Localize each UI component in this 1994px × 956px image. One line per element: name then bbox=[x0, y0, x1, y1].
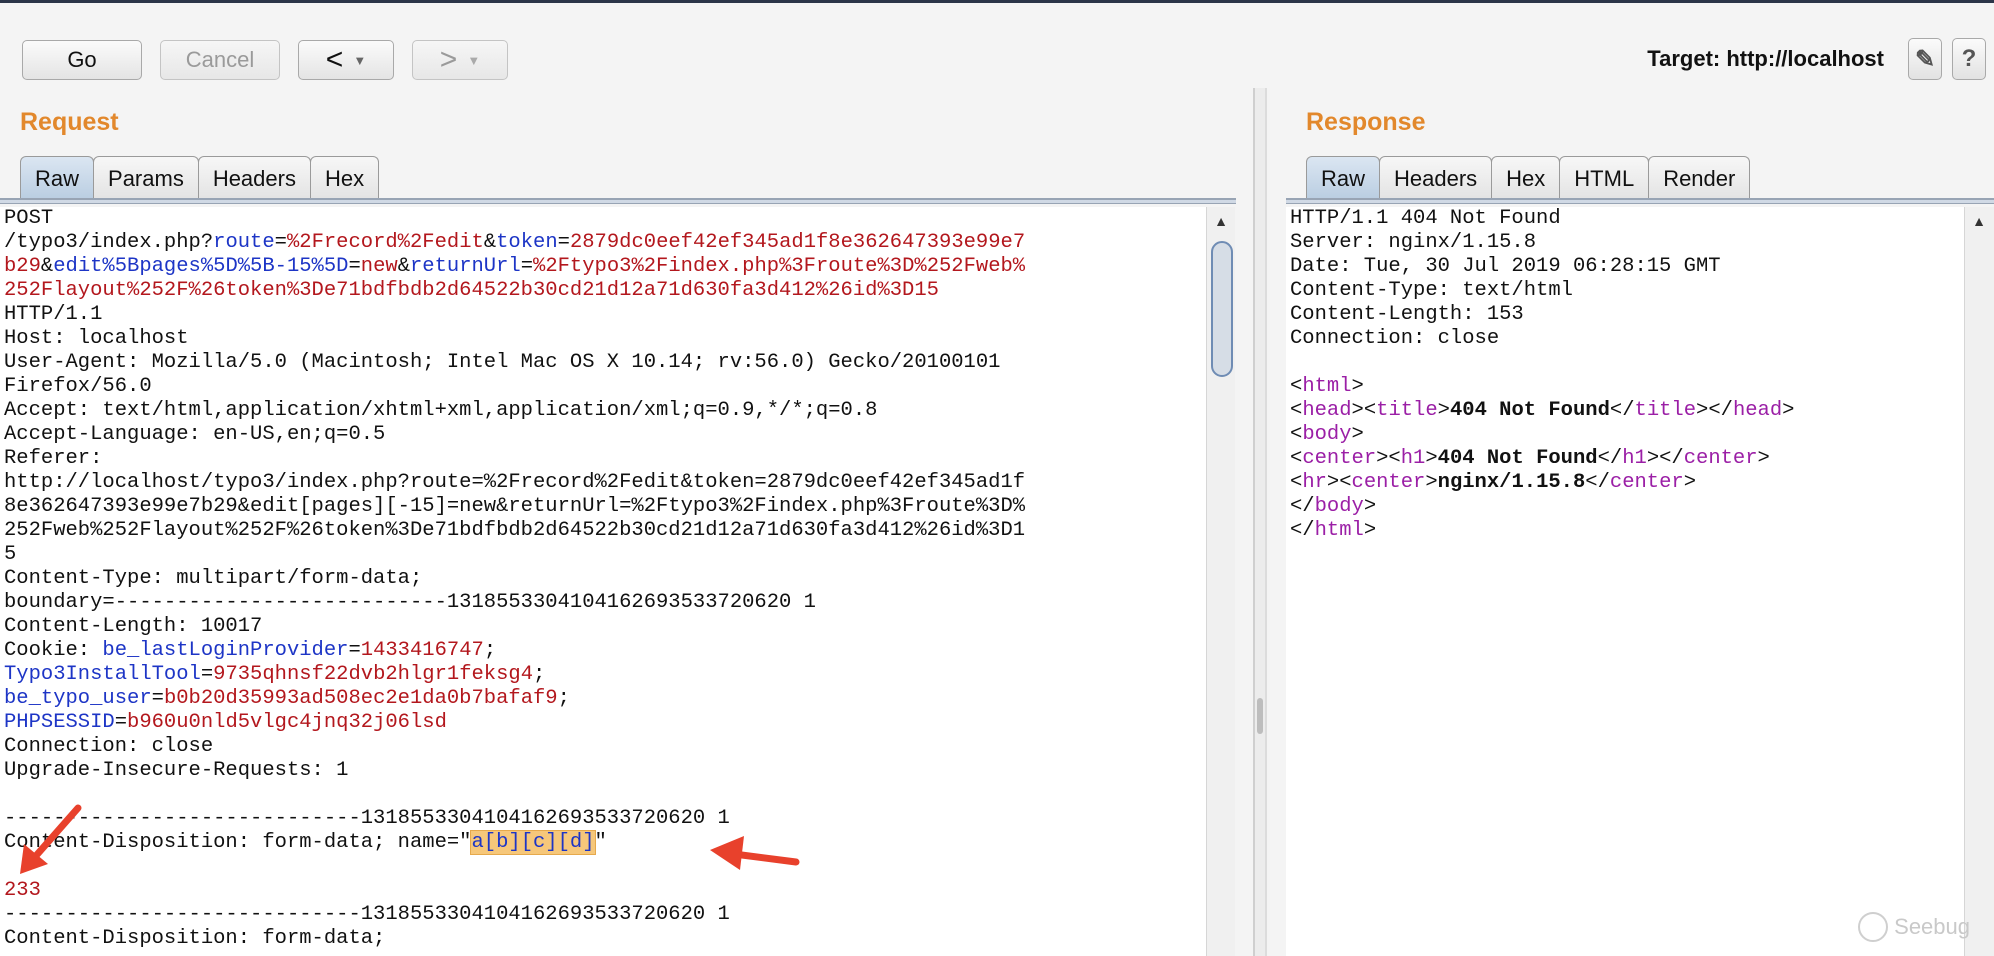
annotation-arrow-icon bbox=[710, 836, 800, 870]
back-dropdown-icon[interactable]: ▼ bbox=[353, 53, 366, 68]
target-label: Target: http://localhost bbox=[1647, 46, 1884, 71]
response-title: Response bbox=[1306, 108, 1426, 136]
request-tabs: Raw Params Headers Hex bbox=[20, 156, 380, 200]
response-editor[interactable]: HTTP/1.1 404 Not Found Server: nginx/1.1… bbox=[1286, 207, 1964, 956]
response-tab-hex[interactable]: Hex bbox=[1491, 156, 1561, 200]
request-line: /typo3/index.php?route=%2Frecord%2Fedit&… bbox=[4, 231, 1026, 326]
response-tab-headers[interactable]: Headers bbox=[1379, 156, 1493, 200]
request-raw-text[interactable]: POST /typo3/index.php?route=%2Frecord%2F… bbox=[0, 207, 1206, 951]
request-headers: Host: localhost User-Agent: Mozilla/5.0 … bbox=[4, 327, 1026, 782]
request-title: Request bbox=[20, 108, 119, 136]
response-tab-html[interactable]: HTML bbox=[1559, 156, 1650, 200]
watermark-text: Seebug bbox=[1894, 914, 1970, 939]
splitter-grip-icon[interactable] bbox=[1257, 698, 1263, 734]
edit-target-button[interactable]: ✎ bbox=[1908, 38, 1942, 80]
multipart-body: -----------------------------13185533041… bbox=[4, 807, 730, 950]
request-tab-params[interactable]: Params bbox=[93, 156, 199, 200]
request-scrollbar-thumb[interactable] bbox=[1211, 241, 1233, 377]
selected-param-name: a[b][c][d] bbox=[470, 830, 596, 855]
go-button[interactable]: Go bbox=[22, 40, 142, 80]
forward-button[interactable]: > ▼ bbox=[412, 40, 508, 80]
forward-arrow-icon: > bbox=[439, 43, 458, 76]
request-tab-underline bbox=[0, 198, 1236, 204]
help-icon: ? bbox=[1961, 45, 1977, 72]
cancel-button[interactable]: Cancel bbox=[160, 40, 280, 80]
annotation-arrow-icon bbox=[20, 804, 82, 874]
request-tab-raw[interactable]: Raw bbox=[20, 156, 95, 200]
seebug-watermark: Seebug bbox=[1858, 912, 1970, 942]
response-scrollbar[interactable]: ▲ bbox=[1964, 207, 1994, 956]
back-button[interactable]: < ▼ bbox=[298, 40, 394, 80]
request-tab-hex[interactable]: Hex bbox=[309, 156, 380, 200]
pencil-icon: ✎ bbox=[1914, 45, 1936, 73]
response-body: <html> <head><title>404 Not Found</title… bbox=[1290, 375, 1795, 542]
request-scrollbar[interactable]: ▲ bbox=[1206, 207, 1235, 956]
response-raw-text[interactable]: HTTP/1.1 404 Not Found Server: nginx/1.1… bbox=[1286, 207, 1964, 543]
request-method: POST bbox=[4, 207, 54, 230]
help-button[interactable]: ? bbox=[1952, 38, 1986, 80]
response-tab-render[interactable]: Render bbox=[1648, 156, 1751, 200]
forward-dropdown-icon[interactable]: ▼ bbox=[467, 53, 480, 68]
splitter-line bbox=[1265, 88, 1267, 956]
response-tab-raw[interactable]: Raw bbox=[1306, 156, 1381, 200]
pane-splitter[interactable] bbox=[1253, 88, 1267, 956]
seebug-logo-icon bbox=[1858, 912, 1889, 942]
splitter-line bbox=[1253, 88, 1255, 956]
back-arrow-icon: < bbox=[325, 43, 344, 76]
scroll-up-arrow-icon[interactable]: ▲ bbox=[1207, 213, 1235, 229]
response-tabs: Raw Headers Hex HTML Render bbox=[1306, 156, 1751, 200]
response-tab-underline bbox=[1286, 198, 1994, 204]
response-headers: HTTP/1.1 404 Not Found Server: nginx/1.1… bbox=[1290, 207, 1721, 350]
request-tab-headers[interactable]: Headers bbox=[197, 156, 311, 200]
scroll-up-arrow-icon[interactable]: ▲ bbox=[1965, 213, 1993, 229]
window-top-border bbox=[0, 0, 1994, 3]
request-editor[interactable]: POST /typo3/index.php?route=%2Frecord%2F… bbox=[0, 207, 1206, 956]
